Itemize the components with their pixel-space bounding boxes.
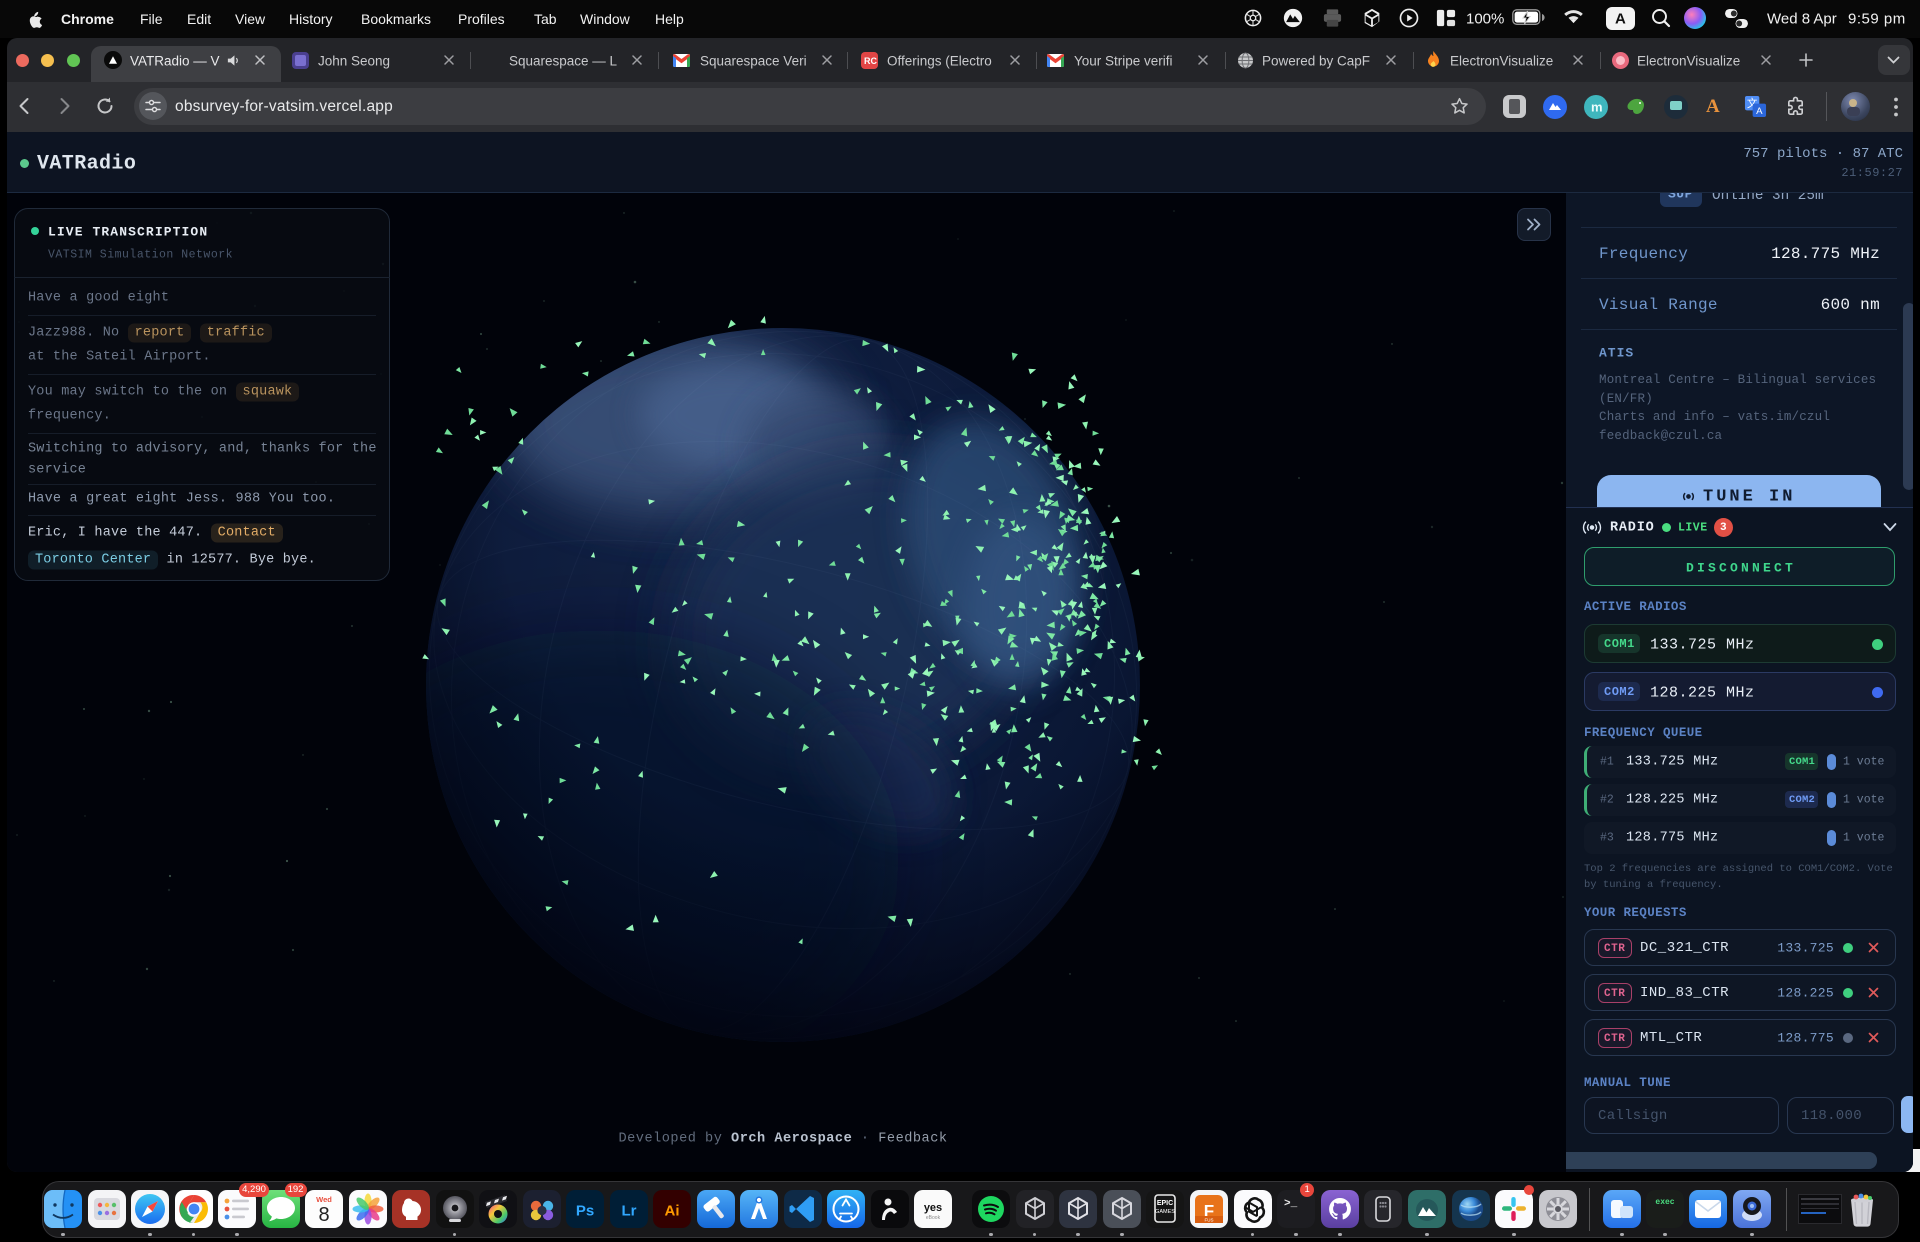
- svg-text:FUS: FUS: [1205, 1218, 1214, 1223]
- svg-text:Ai: Ai: [665, 1203, 680, 1220]
- svg-text:>_: >_: [1284, 1198, 1298, 1210]
- svg-text:exec: exec: [1655, 1198, 1674, 1207]
- svg-text:Lr: Lr: [621, 1203, 636, 1220]
- svg-text:GAMES: GAMES: [1155, 1209, 1175, 1215]
- svg-text:A: A: [1756, 106, 1763, 117]
- svg-text:Ps: Ps: [576, 1203, 594, 1220]
- svg-text:yes: yes: [924, 1202, 942, 1214]
- svg-text:EPIC: EPIC: [1157, 1200, 1173, 1207]
- svg-text:eBook: eBook: [926, 1215, 941, 1221]
- svg-text:Wed: Wed: [316, 1195, 332, 1204]
- svg-text:8: 8: [318, 1204, 329, 1226]
